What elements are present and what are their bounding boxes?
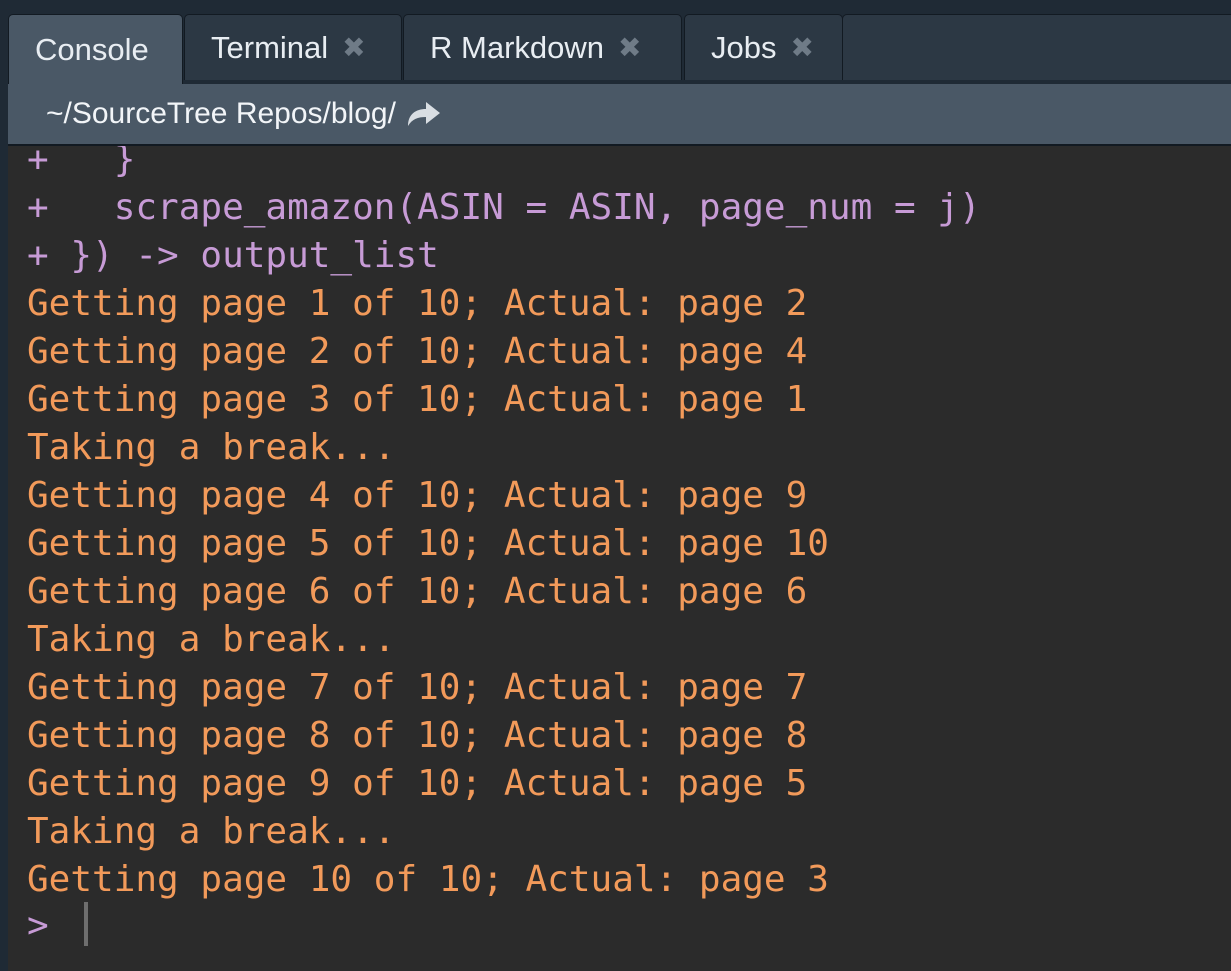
console-output-line: Taking a break... xyxy=(27,619,396,660)
text-cursor xyxy=(84,902,88,946)
tab-console[interactable]: Console xyxy=(8,14,183,84)
console-output-line: Getting page 1 of 10; Actual: page 2 xyxy=(27,283,808,324)
close-icon[interactable]: ✖ xyxy=(342,31,365,64)
console-output-line: Taking a break... xyxy=(27,427,396,468)
console-output-line: Getting page 3 of 10; Actual: page 1 xyxy=(27,379,808,420)
console-output-line: Taking a break... xyxy=(27,811,396,852)
tab-bar: Console Terminal ✖ R Markdown ✖ Jobs ✖ xyxy=(0,0,1231,84)
console-prompt: > xyxy=(27,905,49,946)
tab-label: Terminal xyxy=(211,29,329,65)
console-output-line: Getting page 6 of 10; Actual: page 6 xyxy=(27,571,808,612)
pane-left-edge xyxy=(0,0,8,971)
console-output-line: Getting page 10 of 10; Actual: page 3 xyxy=(27,859,829,900)
tab-label: Jobs xyxy=(711,29,777,65)
console-output-line: Getting page 9 of 10; Actual: page 5 xyxy=(27,763,808,804)
console-output-line: Getting page 8 of 10; Actual: page 8 xyxy=(27,715,808,756)
close-icon[interactable]: ✖ xyxy=(618,31,641,64)
working-directory-bar: ~/SourceTree Repos/blog/ xyxy=(8,84,1231,146)
rstudio-console-pane: Console Terminal ✖ R Markdown ✖ Jobs ✖ ~… xyxy=(0,0,1231,971)
working-directory-path: ~/SourceTree Repos/blog/ xyxy=(46,97,396,130)
tab-r-markdown[interactable]: R Markdown ✖ xyxy=(403,14,682,80)
console-input-line: + } xyxy=(27,146,136,180)
console-input-line: + scrape_amazon(ASIN = ASIN, page_num = … xyxy=(27,187,981,228)
console-output[interactable]: + } + scrape_amazon(ASIN = ASIN, page_num… xyxy=(8,146,1231,971)
go-to-directory-arrow-icon[interactable] xyxy=(406,100,442,128)
console-output-line: Getting page 2 of 10; Actual: page 4 xyxy=(27,331,808,372)
tab-bar-empty-area xyxy=(842,14,1231,80)
console-output-line: Getting page 7 of 10; Actual: page 7 xyxy=(27,667,808,708)
tab-jobs[interactable]: Jobs ✖ xyxy=(684,14,843,80)
console-output-line: Getting page 5 of 10; Actual: page 10 xyxy=(27,523,829,564)
close-icon[interactable]: ✖ xyxy=(790,31,813,64)
tab-label: Console xyxy=(35,31,149,67)
tab-label: R Markdown xyxy=(430,29,604,65)
console-output-line: Getting page 4 of 10; Actual: page 9 xyxy=(27,475,808,516)
tab-terminal[interactable]: Terminal ✖ xyxy=(184,14,402,80)
console-input-line: + }) -> output_list xyxy=(27,235,439,276)
